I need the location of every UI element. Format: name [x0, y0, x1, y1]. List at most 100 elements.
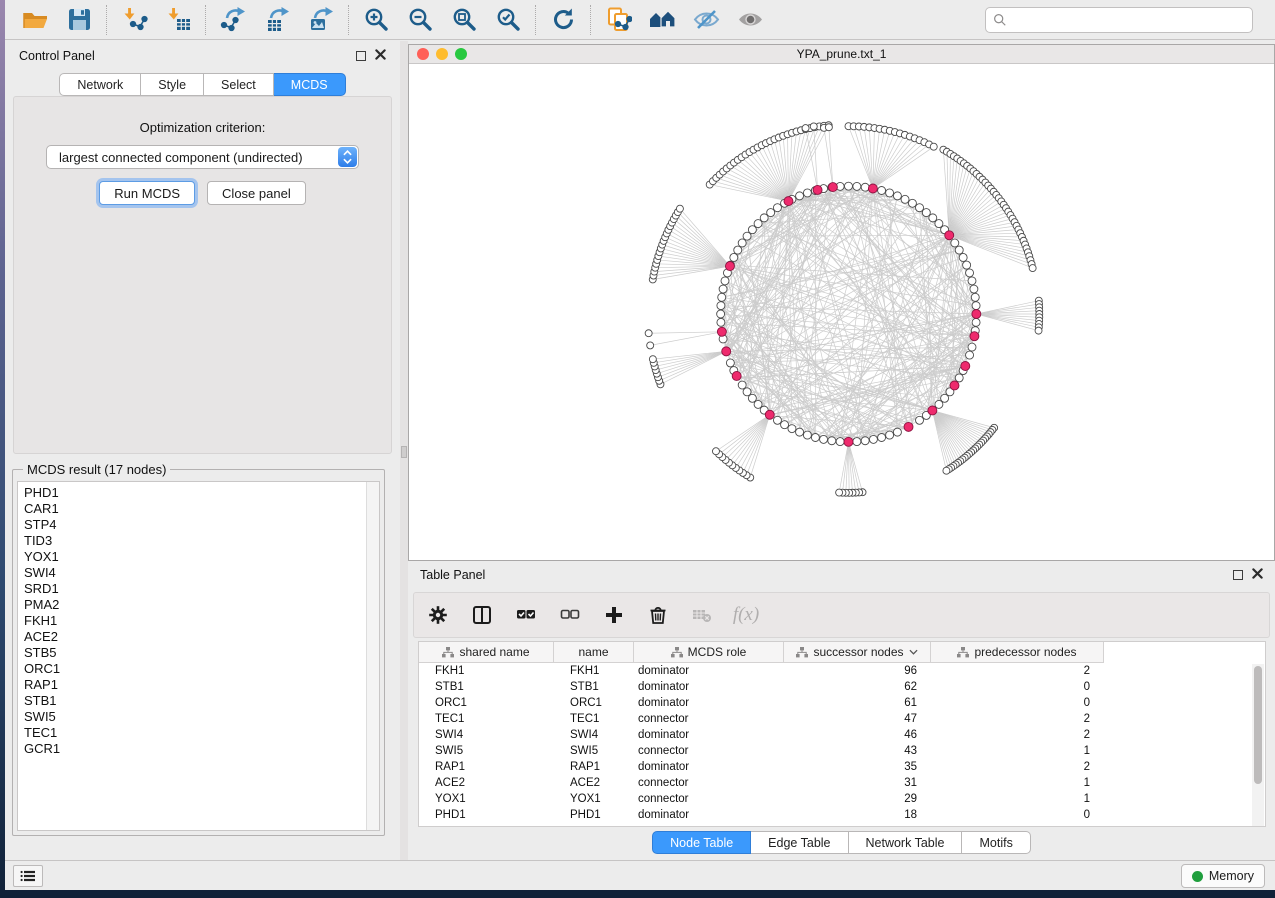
open-file-button[interactable]	[13, 4, 57, 36]
settings-gear-icon	[428, 605, 448, 625]
deselect-all-button[interactable]	[556, 600, 584, 630]
network-view: YPA_prune.txt_1	[408, 44, 1275, 561]
cell: 62	[784, 681, 931, 693]
float-table-panel-icon[interactable]	[1233, 570, 1243, 580]
copy-network-view-button[interactable]	[596, 4, 640, 36]
result-list-scrollbar[interactable]	[366, 482, 379, 830]
result-item[interactable]: CAR1	[24, 501, 379, 517]
hide-selected-button[interactable]	[684, 4, 728, 36]
table-row[interactable]: FKH1FKH1dominator962	[419, 663, 1265, 679]
zoom-fit-button[interactable]	[442, 4, 486, 36]
result-item[interactable]: STP4	[24, 517, 379, 533]
close-panel-button[interactable]: Close panel	[207, 181, 306, 205]
memory-button[interactable]: Memory	[1181, 864, 1265, 888]
delete-column-icon	[648, 605, 668, 625]
tab-motifs[interactable]: Motifs	[962, 831, 1030, 854]
add-column-button[interactable]	[600, 600, 628, 630]
export-table-button[interactable]	[255, 4, 299, 36]
result-item[interactable]: TEC1	[24, 725, 379, 741]
function-builder-button[interactable]: f(x)	[732, 600, 760, 630]
settings-gear-button[interactable]	[424, 600, 452, 630]
float-panel-icon[interactable]	[356, 51, 366, 61]
table-row[interactable]: SWI4SWI4dominator462	[419, 727, 1265, 743]
panel-splitter[interactable]	[400, 41, 408, 860]
column-header-predecessor-nodes[interactable]: predecessor nodes	[931, 642, 1104, 662]
select-all-button[interactable]	[512, 600, 540, 630]
tab-mcds[interactable]: MCDS	[274, 73, 346, 96]
result-item[interactable]: PMA2	[24, 597, 379, 613]
column-header-successor-nodes[interactable]: successor nodes	[784, 642, 931, 662]
tab-edge-table[interactable]: Edge Table	[751, 831, 848, 854]
task-history-button[interactable]	[13, 865, 43, 887]
result-item[interactable]: TID3	[24, 533, 379, 549]
import-network-button[interactable]	[112, 4, 156, 36]
table-scrollbar-thumb[interactable]	[1254, 666, 1262, 784]
result-item[interactable]: GCR1	[24, 741, 379, 757]
table-row[interactable]: ACE2ACE2connector311	[419, 775, 1265, 791]
table-row[interactable]: STB1STB1dominator620	[419, 679, 1265, 695]
table-scrollbar[interactable]	[1252, 664, 1264, 826]
show-all-button[interactable]	[728, 4, 772, 36]
first-neighbors-button[interactable]	[640, 4, 684, 36]
tab-network-table[interactable]: Network Table	[849, 831, 963, 854]
delete-table-button[interactable]	[688, 600, 716, 630]
network-canvas[interactable]	[409, 64, 1274, 560]
tab-select[interactable]: Select	[204, 73, 274, 96]
result-item[interactable]: ACE2	[24, 629, 379, 645]
import-table-button[interactable]	[156, 4, 200, 36]
result-item[interactable]: YOX1	[24, 549, 379, 565]
result-item[interactable]: PHD1	[24, 485, 379, 501]
column-layout-button[interactable]	[468, 600, 496, 630]
tab-network[interactable]: Network	[59, 73, 141, 96]
table-panel-title: Table Panel	[420, 568, 485, 582]
dropdown-stepper-icon	[338, 147, 357, 167]
close-panel-icon[interactable]	[375, 49, 386, 63]
deselect-all-icon	[560, 605, 580, 625]
refresh-layout-icon	[550, 6, 577, 33]
memory-label: Memory	[1209, 869, 1254, 883]
node-table[interactable]: shared namenameMCDS rolesuccessor nodesp…	[418, 641, 1266, 827]
refresh-layout-button[interactable]	[541, 4, 585, 36]
table-row[interactable]: PHD1PHD1dominator180	[419, 807, 1265, 823]
close-table-panel-icon[interactable]	[1252, 568, 1263, 582]
table-row[interactable]: SWI5SWI5connector431	[419, 743, 1265, 759]
result-item[interactable]: RAP1	[24, 677, 379, 693]
run-mcds-button[interactable]: Run MCDS	[99, 181, 195, 205]
cell: 47	[784, 713, 931, 725]
cell: dominator	[634, 665, 784, 677]
column-header-name[interactable]: name	[554, 642, 634, 662]
result-item[interactable]: SWI5	[24, 709, 379, 725]
export-image-button[interactable]	[299, 4, 343, 36]
table-row[interactable]: ORC1ORC1dominator610	[419, 695, 1265, 711]
tab-style[interactable]: Style	[141, 73, 204, 96]
result-item[interactable]: SRD1	[24, 581, 379, 597]
export-network-button[interactable]	[211, 4, 255, 36]
delete-column-button[interactable]	[644, 600, 672, 630]
column-header-shared-name[interactable]: shared name	[419, 642, 554, 662]
splitter-grip[interactable]	[401, 446, 407, 458]
zoom-in-button[interactable]	[354, 4, 398, 36]
cell: 35	[784, 761, 931, 773]
control-panel-tabs: NetworkStyleSelectMCDS	[59, 73, 345, 96]
result-item[interactable]: FKH1	[24, 613, 379, 629]
table-header-row: shared namenameMCDS rolesuccessor nodesp…	[419, 642, 1104, 663]
save-session-icon	[66, 6, 93, 33]
search-box[interactable]	[985, 7, 1253, 33]
tab-node-table[interactable]: Node Table	[652, 831, 751, 854]
result-item[interactable]: STB1	[24, 693, 379, 709]
add-column-icon	[604, 605, 624, 625]
table-row[interactable]: TEC1TEC1connector472	[419, 711, 1265, 727]
column-header-MCDS-role[interactable]: MCDS role	[634, 642, 784, 662]
search-input[interactable]	[1012, 13, 1245, 27]
mcds-result-list[interactable]: PHD1CAR1STP4TID3YOX1SWI4SRD1PMA2FKH1ACE2…	[17, 481, 380, 831]
result-item[interactable]: ORC1	[24, 661, 379, 677]
control-panel-title: Control Panel	[19, 49, 95, 63]
table-row[interactable]: RAP1RAP1dominator352	[419, 759, 1265, 775]
zoom-selected-button[interactable]	[486, 4, 530, 36]
zoom-out-button[interactable]	[398, 4, 442, 36]
result-item[interactable]: STB5	[24, 645, 379, 661]
table-row[interactable]: YOX1YOX1connector291	[419, 791, 1265, 807]
result-item[interactable]: SWI4	[24, 565, 379, 581]
criterion-dropdown[interactable]: largest connected component (undirected)	[46, 145, 359, 169]
save-session-button[interactable]	[57, 4, 101, 36]
